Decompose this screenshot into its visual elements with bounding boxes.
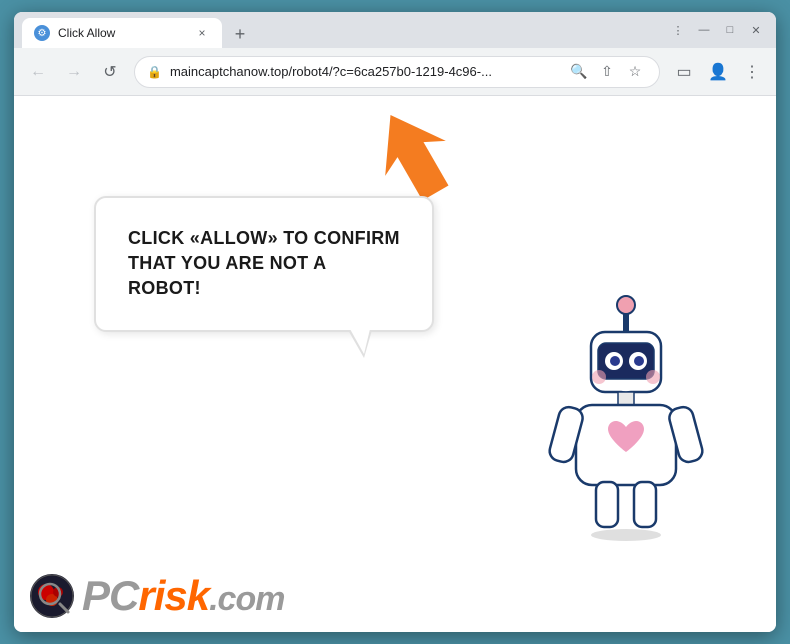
chrome-menu-button[interactable]: ⋮ bbox=[666, 18, 690, 42]
window-controls: ⋮ — □ ✕ bbox=[666, 18, 768, 42]
lock-icon: 🔒 bbox=[147, 65, 162, 79]
pcrisk-text: PCrisk.com bbox=[82, 572, 284, 620]
sidebar-toggle-button[interactable]: ▭ bbox=[668, 56, 700, 88]
tab-area: Click Allow × + bbox=[22, 12, 658, 48]
pc-text: PC bbox=[82, 572, 138, 619]
browser-tab[interactable]: Click Allow × bbox=[22, 18, 222, 48]
com-text: .com bbox=[209, 580, 284, 618]
profile-button[interactable]: 👤 bbox=[702, 56, 734, 88]
minimize-button[interactable]: — bbox=[692, 18, 716, 42]
bookmark-icon[interactable]: ☆ bbox=[623, 60, 647, 84]
address-bar-icons: 🔍 ⇧ ☆ bbox=[567, 60, 647, 84]
toolbar: ← → ↺ 🔒 maincaptchanow.top/robot4/?c=6ca… bbox=[14, 48, 776, 96]
refresh-button[interactable]: ↺ bbox=[94, 56, 126, 88]
title-bar: Click Allow × + ⋮ — □ ✕ bbox=[14, 12, 776, 48]
browser-menu-button[interactable]: ⋮ bbox=[736, 56, 768, 88]
browser-window: Click Allow × + ⋮ — □ ✕ ← → ↺ 🔒 maincapt… bbox=[14, 12, 776, 632]
page-content: CLICK «ALLOW» TO CONFIRM THAT YOU ARE NO… bbox=[14, 96, 776, 632]
close-button[interactable]: ✕ bbox=[744, 18, 768, 42]
search-icon[interactable]: 🔍 bbox=[567, 60, 591, 84]
robot-image bbox=[536, 287, 716, 572]
back-button[interactable]: ← bbox=[22, 56, 54, 88]
tab-favicon bbox=[34, 25, 50, 41]
maximize-button[interactable]: □ bbox=[718, 18, 742, 42]
share-icon[interactable]: ⇧ bbox=[595, 60, 619, 84]
arrow-indicator bbox=[368, 104, 458, 209]
pcrisk-logo: PCrisk.com bbox=[30, 572, 284, 620]
address-bar[interactable]: 🔒 maincaptchanow.top/robot4/?c=6ca257b0-… bbox=[134, 56, 660, 88]
tab-close-button[interactable]: × bbox=[194, 25, 210, 41]
forward-button[interactable]: → bbox=[58, 56, 90, 88]
bubble-text: CLICK «ALLOW» TO CONFIRM THAT YOU ARE NO… bbox=[128, 228, 400, 298]
pcrisk-icon bbox=[30, 574, 74, 618]
url-text: maincaptchanow.top/robot4/?c=6ca257b0-12… bbox=[170, 64, 559, 79]
risk-text: risk bbox=[138, 572, 209, 619]
speech-bubble: CLICK «ALLOW» TO CONFIRM THAT YOU ARE NO… bbox=[94, 196, 434, 332]
toolbar-right: ▭ 👤 ⋮ bbox=[668, 56, 768, 88]
tab-title: Click Allow bbox=[58, 26, 186, 40]
new-tab-button[interactable]: + bbox=[226, 20, 254, 48]
